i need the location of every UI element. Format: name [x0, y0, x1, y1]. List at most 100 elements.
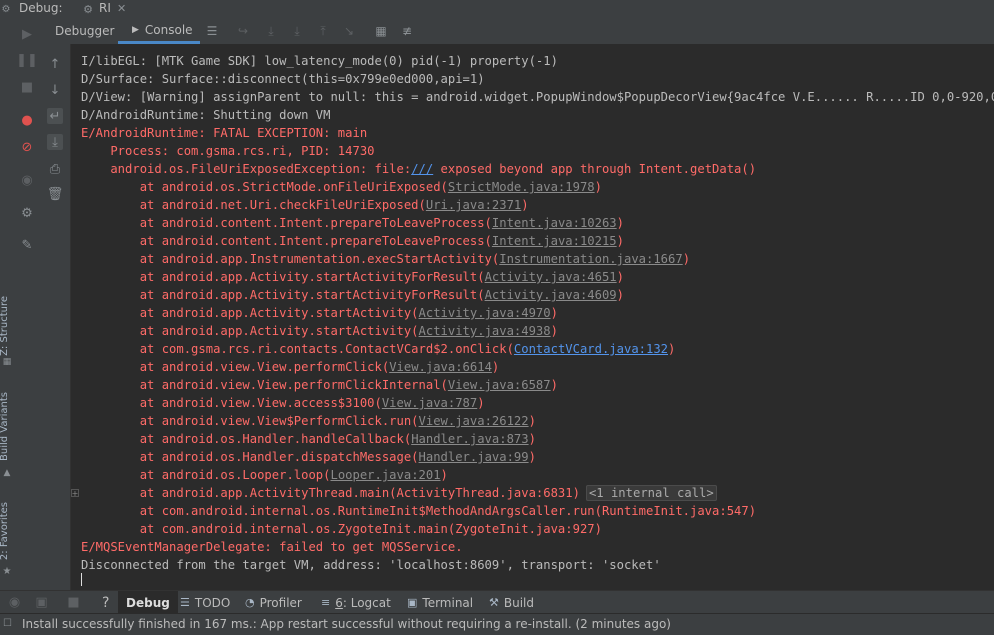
console-line-error: at android.os.Handler.dispatchMessage(Ha…: [81, 448, 536, 466]
debug-controls: ▶ ❚❚ ■ ● ⊘ ◉ ⚙ ✎: [14, 18, 41, 590]
source-link[interactable]: Intent.java:10215: [492, 234, 617, 248]
console-line: Disconnected from the target VM, address…: [81, 556, 661, 574]
console-line-error: at android.view.View.performClick(View.j…: [81, 358, 500, 376]
profiler-label: Profiler: [259, 595, 302, 610]
console-text: D/View: [Warning] assignParent to null: …: [81, 90, 994, 104]
todo-tool-tab[interactable]: ☰ TODO: [180, 591, 230, 614]
source-link[interactable]: Looper.java:201: [330, 468, 440, 482]
source-link[interactable]: Handler.java:99: [419, 450, 529, 464]
stop-icon[interactable]: ■: [66, 595, 81, 610]
favorites-tab[interactable]: 2: Favorites: [0, 502, 10, 560]
logcat-label: : Logcat: [342, 595, 391, 610]
close-icon[interactable]: ✕: [117, 2, 126, 15]
source-link[interactable]: View.java:6587: [448, 378, 551, 392]
view-breakpoints-icon[interactable]: ●: [19, 112, 35, 128]
layout-grid-icon[interactable]: ▣: [34, 595, 49, 610]
step-into-icon[interactable]: ⤓: [290, 24, 304, 38]
source-link[interactable]: Intent.java:10263: [492, 216, 617, 230]
source-link[interactable]: ///: [411, 162, 433, 176]
source-link[interactable]: Activity.java:4609: [485, 288, 617, 302]
camera-icon[interactable]: ◉: [7, 595, 22, 610]
favorites-star-icon: ★: [2, 565, 12, 577]
terminal-label: Terminal: [422, 595, 474, 610]
terminal-tool-tab[interactable]: ▣ Terminal: [407, 591, 473, 614]
profiler-tool-tab[interactable]: ◔ Profiler: [245, 591, 302, 614]
step-over-icon[interactable]: ⤓: [264, 24, 278, 38]
mute-breakpoints-icon[interactable]: ⊘: [19, 139, 35, 155]
layout-icon[interactable]: ☰: [205, 24, 219, 38]
soft-wrap-icon[interactable]: ↵: [47, 108, 63, 124]
console-text: ): [616, 216, 624, 230]
tab-debugger-label: Debugger: [55, 24, 115, 38]
source-link[interactable]: ContactVCard.java:132: [514, 342, 668, 356]
source-link[interactable]: StrictMode.java:1978: [448, 180, 595, 194]
print-icon[interactable]: ⎙: [47, 161, 63, 177]
console-text: at android.os.Handler.dispatchMessage(: [81, 450, 419, 464]
console-text: ): [668, 342, 676, 356]
terminal-icon: ▣: [407, 596, 418, 609]
trash-icon[interactable]: 🗑: [47, 186, 64, 202]
event-log-icon[interactable]: ☐: [2, 618, 13, 629]
trace-icon[interactable]: ≢: [400, 24, 414, 38]
source-link[interactable]: Handler.java:873: [411, 432, 528, 446]
pause-program-icon[interactable]: ❚❚: [16, 52, 38, 68]
source-link[interactable]: Activity.java:4970: [419, 306, 551, 320]
console-text: at android.view.View$PerformClick.run(: [81, 414, 419, 428]
logcat-tool-tab[interactable]: ≡ 6: Logcat: [321, 591, 391, 614]
console-text: ): [528, 414, 536, 428]
internal-calls-fold[interactable]: <1 internal call>: [585, 485, 717, 501]
expand-fold-icon[interactable]: +: [71, 489, 79, 498]
source-link[interactable]: Uri.java:2371: [426, 198, 521, 212]
console-line-error: Process: com.gsma.rcs.ri, PID: 14730: [81, 142, 375, 160]
resume-program-icon[interactable]: ▶: [19, 26, 35, 42]
console-output[interactable]: I/libEGL: [MTK Game SDK] low_latency_mod…: [71, 44, 994, 590]
debug-tool-tab[interactable]: Debug: [118, 591, 178, 614]
tab-debugger[interactable]: Debugger: [55, 18, 114, 44]
build-tool-tab[interactable]: ⚒ Build: [489, 591, 534, 614]
evaluate-expression-icon[interactable]: ▦: [374, 24, 388, 38]
force-step-into-icon[interactable]: ⤒: [316, 24, 330, 38]
console-text: D/AndroidRuntime: Shutting down VM: [81, 108, 331, 122]
console-line-error: at android.os.Looper.loop(Looper.java:20…: [81, 466, 448, 484]
source-link[interactable]: Instrumentation.java:1667: [499, 252, 682, 266]
console-text: at android.app.ActivityThread.main(Activ…: [81, 486, 580, 500]
scroll-to-end-icon[interactable]: ⤓: [47, 134, 63, 150]
run-config-icon: ⚙: [83, 2, 93, 16]
help-button[interactable]: ?: [102, 591, 109, 614]
tab-console-label: Console: [144, 22, 193, 37]
source-link[interactable]: View.java:6614: [389, 360, 492, 374]
console-text: Disconnected from the target VM, address…: [81, 558, 661, 572]
pin-icon[interactable]: ✎: [19, 237, 35, 253]
settings-icon[interactable]: ⚙: [19, 205, 35, 221]
source-link[interactable]: Activity.java:4938: [419, 324, 551, 338]
tool-window-icon[interactable]: ⚙: [1, 3, 11, 15]
console-text: Process: com.gsma.rcs.ri, PID: 14730: [81, 144, 375, 158]
console-text: at com.gsma.rcs.ri.contacts.ContactVCard…: [81, 342, 514, 356]
structure-icon: ▦: [2, 357, 12, 367]
console-text: at android.app.Activity.startActivityFor…: [81, 288, 485, 302]
left-tool-stripe: Z: Structure ▦ Build Variants ▲ 2: Favor…: [0, 18, 15, 590]
source-link[interactable]: Activity.java:4651: [485, 270, 617, 284]
structure-tab[interactable]: Z: Structure: [0, 296, 10, 356]
build-variants-icon: ▲: [3, 468, 11, 478]
source-link[interactable]: View.java:787: [382, 396, 477, 410]
debug-tabs: Debugger ▶ Console ☰ ↪ ⤓ ⤓ ⤒ ↘ ▦ ≢: [40, 18, 994, 45]
down-arrow-icon[interactable]: ↓: [47, 82, 63, 98]
tab-console[interactable]: ▶ Console: [118, 18, 200, 44]
source-link[interactable]: View.java:26122: [419, 414, 529, 428]
step-out-icon[interactable]: ↘: [342, 24, 356, 38]
camera-icon[interactable]: ◉: [19, 172, 35, 188]
show-execution-point-icon[interactable]: ↪: [236, 24, 250, 38]
build-variants-tab[interactable]: Build Variants: [0, 392, 10, 461]
up-arrow-icon[interactable]: ↑: [47, 56, 63, 72]
debug-tool-tab-label: Debug: [126, 595, 170, 610]
console-text: ): [477, 396, 485, 410]
console-text: D/Surface: Surface::disconnect(this=0x79…: [81, 72, 485, 86]
todo-label: TODO: [194, 595, 231, 610]
console-line-error: at android.app.Activity.startActivityFor…: [81, 268, 624, 286]
run-config-tab[interactable]: RI: [99, 1, 111, 15]
console-line-error: E/MQSEventManagerDelegate: failed to get…: [81, 538, 463, 556]
console-text: E/MQSEventManagerDelegate: failed to get…: [81, 540, 463, 554]
stop-icon[interactable]: ■: [19, 79, 35, 95]
console-text: ): [594, 180, 602, 194]
